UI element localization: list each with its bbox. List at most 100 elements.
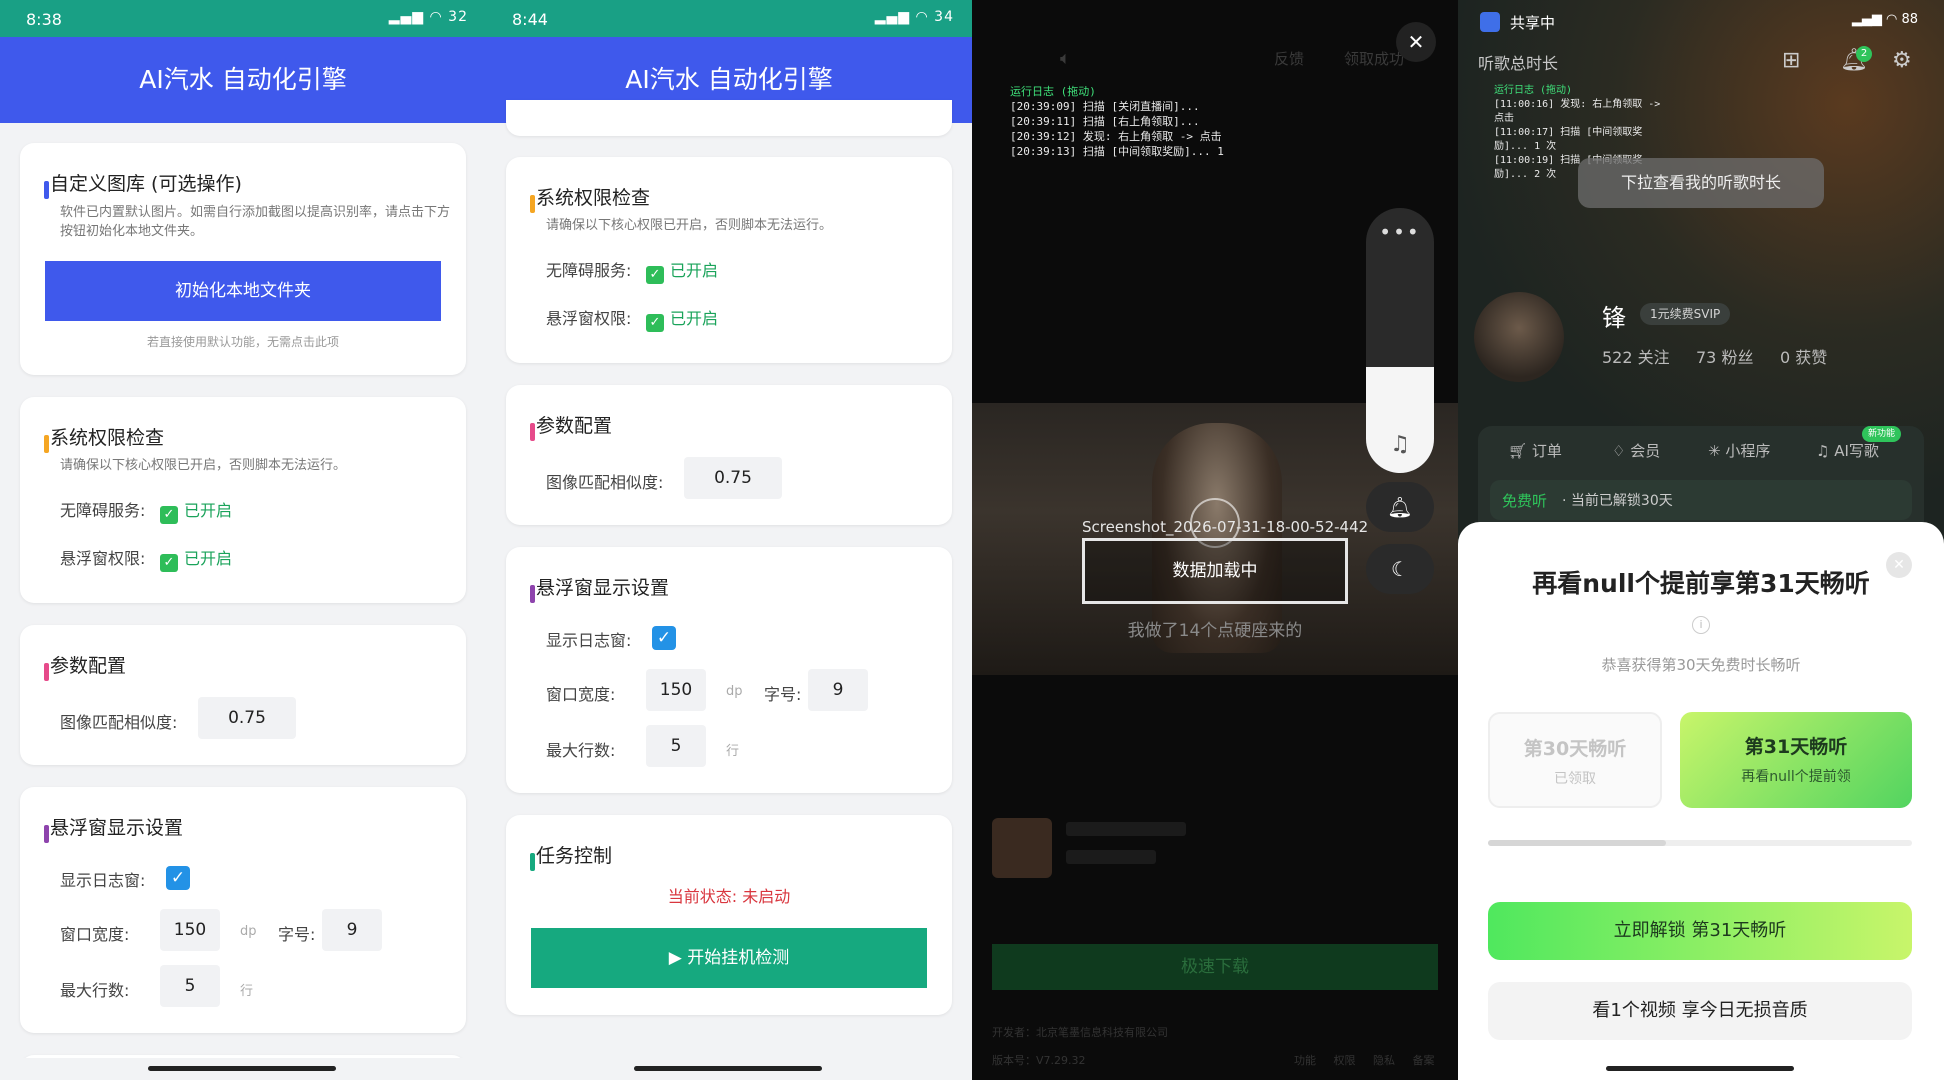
params-card: 参数配置 图像匹配相似度: 0.75 [20, 625, 466, 765]
params-card: 参数配置 图像匹配相似度: 0.75 [506, 385, 952, 525]
status-time: 8:38 [26, 10, 62, 29]
log-line: [11:00:17] 扫描 [中间领取奖励]... 1 次 [1494, 127, 1643, 152]
music-profile-screen: 共享中 ▂▄▆ ◠ 88 听歌总时长 ⊞ 🔔︎ 2 ⚙ 运行日志 (拖动) [1… [1458, 0, 1944, 1080]
info-icon[interactable]: i [1692, 616, 1710, 634]
more-icon[interactable]: ••• [1366, 220, 1434, 244]
following-count[interactable]: 522 关注 [1602, 344, 1670, 368]
similarity-label: 图像匹配相似度: [60, 713, 178, 732]
check-icon: ✓ [646, 266, 664, 284]
width-unit: dp [726, 684, 743, 699]
overlay-label: 悬浮窗权限: [60, 549, 146, 568]
overlay-status: ✓ 已开启 [646, 305, 718, 332]
width-unit: dp [240, 924, 257, 939]
menu-ai-song[interactable]: ♫ AI写歌 [1816, 440, 1879, 461]
watch-video-button[interactable]: 看1个视频 享今日无损音质 [1488, 982, 1912, 1040]
menu-order[interactable]: 🛒︎ 订单 [1508, 440, 1562, 461]
moon-icon[interactable]: ☾ [1366, 544, 1434, 594]
status-bar: 8:44 ▂▄▆ ◠ 34 [486, 0, 972, 37]
fans-count[interactable]: 73 粉丝 [1696, 344, 1753, 368]
init-folder-button[interactable]: 初始化本地文件夹 [45, 261, 441, 321]
font-size-input[interactable]: 9 [808, 669, 868, 711]
free-listen-bar[interactable]: 免费听 · 当前已解锁30天 [1490, 480, 1912, 520]
window-width-input[interactable]: 150 [160, 909, 220, 951]
prev-card [506, 100, 952, 136]
font-size-input[interactable]: 9 [322, 909, 382, 951]
similarity-input[interactable]: 0.75 [684, 457, 782, 499]
float-title: 悬浮窗显示设置 [50, 817, 184, 839]
permissions-card: 系统权限检查 请确保以下核心权限已开启，否则脚本无法运行。 无障碍服务: ✓ 已开… [20, 397, 466, 603]
app-thumbnail [992, 818, 1052, 878]
gallery-hint: 软件已内置默认图片。如需自行添加截图以提高识别率，请点击下方按钮初始化本地文件夹… [60, 205, 451, 239]
loading-box: 数据加载中 [1082, 538, 1348, 604]
settings-icon[interactable]: ⚙ [1892, 48, 1922, 78]
likes-count[interactable]: 0 获赞 [1780, 344, 1827, 368]
float-title: 悬浮窗显示设置 [536, 577, 670, 599]
fast-download-button[interactable]: 极速下载 [992, 944, 1438, 990]
placeholder-line [1066, 822, 1186, 836]
gift-icon[interactable]: ⊞ [1782, 48, 1816, 78]
window-width-input[interactable]: 150 [646, 669, 706, 711]
version-info: 版本号：V7.29.32 [992, 1054, 1086, 1067]
sheet-title: 再看null个提前享第31天畅听 [1532, 569, 1870, 598]
day30-sub: 已领取 [1554, 771, 1596, 787]
start-detect-button[interactable]: ▶ 开始挂机检测 [531, 928, 927, 988]
window-width-label: 窗口宽度: [546, 685, 616, 704]
day31-title: 第31天畅听 [1744, 736, 1848, 758]
similarity-input[interactable]: 0.75 [198, 697, 296, 739]
permissions-hint: 请确保以下核心权限已开启，否则脚本无法运行。 [546, 218, 833, 233]
section-marker [44, 825, 49, 843]
menu-miniprogram[interactable]: ✳ 小程序 [1708, 440, 1770, 461]
home-indicator[interactable] [148, 1066, 336, 1071]
section-marker [530, 585, 535, 603]
lines-unit: 行 [726, 744, 740, 759]
window-width-label: 窗口宽度: [60, 925, 130, 944]
unlock-day31-button[interactable]: 立即解锁 第31天畅听 [1488, 902, 1912, 960]
section-marker [44, 435, 49, 453]
vip-badge[interactable]: 1元续费SVIP [1640, 303, 1731, 325]
status-icons: ▂▄▆ ◠ 32 [388, 9, 468, 25]
feedback-link[interactable]: 反馈 [1274, 48, 1304, 69]
footer-links[interactable]: 功能 权限 隐私 备案 [1294, 1052, 1435, 1068]
day30-card[interactable]: 第30天畅听 已领取 [1488, 712, 1662, 808]
max-lines-input[interactable]: 5 [160, 965, 220, 1007]
max-lines-input[interactable]: 5 [646, 725, 706, 767]
show-log-checkbox[interactable]: ✓ [652, 626, 676, 650]
volume-slider[interactable]: ••• ♫ [1366, 208, 1434, 473]
avatar[interactable] [1474, 292, 1564, 382]
log-line: [11:00:16] 发现: 右上角领取 -> 点击 [1494, 99, 1661, 124]
check-icon: ✓ [160, 506, 178, 524]
battery-icon: 34 [934, 9, 954, 25]
accessibility-label: 无障碍服务: [546, 261, 632, 280]
log-window[interactable]: 运行日志 (拖动) [20:39:09] 扫描 [关闭直播间]... [20:3… [1010, 84, 1230, 159]
screenshot-filename: Screenshot_2026-07-31-18-00-52-442 [1082, 518, 1369, 536]
gallery-card: 自定义图库 (可选操作) 软件已内置默认图片。如需自行添加截图以提高识别率，请点… [20, 143, 466, 375]
status-icons: ▂▄▆ ◠ 88 [1851, 12, 1918, 27]
task-title: 任务控制 [536, 845, 613, 867]
home-indicator[interactable] [1606, 1066, 1794, 1071]
section-marker [530, 853, 535, 871]
show-log-label: 显示日志窗: [546, 631, 632, 650]
cart-icon: 🛒︎ [1508, 442, 1528, 460]
claimed-text: 领取成功 [1344, 50, 1405, 68]
day31-card[interactable]: 第31天畅听 再看null个提前领 [1680, 712, 1912, 808]
menu-member[interactable]: ♢ 会员 [1612, 440, 1660, 461]
day31-sub: 再看null个提前领 [1741, 769, 1851, 785]
show-log-checkbox[interactable]: ✓ [166, 866, 190, 890]
sheet-subtitle: 恭喜获得第30天免费时长畅听 [1601, 656, 1801, 674]
similarity-label: 图像匹配相似度: [546, 473, 664, 492]
free-listen-label: 免费听 [1502, 492, 1548, 510]
close-icon[interactable]: ✕ [1396, 22, 1436, 62]
notification-badge: 2 [1856, 46, 1872, 62]
share-icon [1480, 12, 1500, 32]
player-screen: 🔈︎ 反馈 领取成功 ✕ 运行日志 (拖动) [20:39:09] 扫描 [关闭… [972, 0, 1458, 1080]
permissions-title: 系统权限检查 [50, 427, 165, 449]
params-title: 参数配置 [50, 655, 127, 677]
bell-icon[interactable]: 🔔︎ [1366, 482, 1434, 532]
check-icon: ✓ [160, 554, 178, 572]
developer-info: 开发者：北京笔墨信息科技有限公司 [992, 1026, 1168, 1039]
status-bar: 共享中 ▂▄▆ ◠ 88 [1458, 0, 1944, 44]
home-indicator[interactable] [634, 1066, 822, 1071]
permissions-title: 系统权限检查 [536, 187, 651, 209]
gallery-footnote: 若直接使用默认功能，无需点击此项 [146, 335, 339, 349]
speaker-icon[interactable]: 🔈︎ [1060, 48, 1071, 69]
